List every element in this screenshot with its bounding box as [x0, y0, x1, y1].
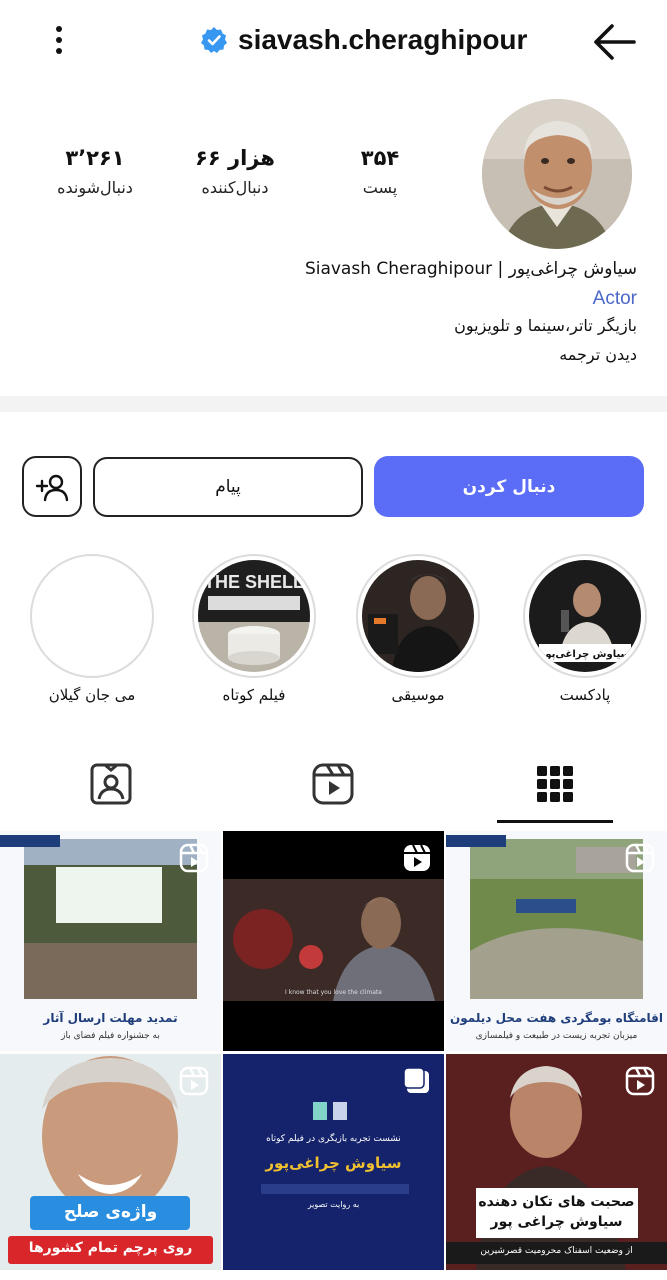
grid-icon[interactable]: [531, 760, 579, 808]
follow-button[interactable]: دنبال کردن: [374, 456, 644, 517]
tagged-user-icon[interactable]: [87, 760, 135, 808]
profile-avatar[interactable]: [482, 99, 632, 249]
reels-icon[interactable]: [309, 760, 357, 808]
followers-label: دنبال‌کننده: [201, 178, 269, 197]
message-button[interactable]: پیام: [93, 457, 363, 517]
highlight-mi-jan-gilan[interactable]: [30, 554, 154, 678]
more-vertical-icon[interactable]: [44, 22, 74, 58]
post-subtitle: نشست تجربه بازیگری در فیلم کوتاه: [266, 1134, 401, 1144]
highlight-label: می جان گیلان: [48, 686, 136, 704]
highlight-music[interactable]: [356, 554, 480, 678]
post-title: واژه‌ی صلح: [63, 1202, 158, 1222]
username-header: siavash.cheraghipour: [200, 18, 527, 62]
following-stat[interactable]: ۳٬۲۶۱ دنبال‌شونده: [40, 146, 150, 197]
highlight-film-thumb-text: THE SHELL: [204, 572, 304, 592]
highlight-podcast-thumb-text: سیاوش چراغی‌پور: [539, 649, 631, 660]
post-tile[interactable]: صحبت های تکان دهنده سیاوش چراغی پور از و…: [446, 1054, 667, 1270]
verified-badge-icon: [201, 27, 227, 53]
post-tile[interactable]: نشست تجربه بازیگری در فیلم کوتاه سیاوش چ…: [223, 1054, 444, 1270]
reel-badge-icon: [179, 1066, 209, 1096]
username: siavash.cheraghipour: [238, 24, 528, 55]
followers-stat[interactable]: ۶۶ هزار دنبال‌کننده: [180, 146, 290, 197]
reel-badge-icon: [625, 1066, 655, 1096]
post-subtitle: به جشنواره فیلم فضای باز: [61, 1031, 160, 1041]
carousel-badge-icon: [403, 1067, 429, 1093]
reel-badge-icon: [179, 843, 209, 873]
highlight-short-film[interactable]: THE SHELL: [192, 554, 316, 678]
add-user-button[interactable]: [22, 456, 82, 517]
highlight-label: موسیقی: [391, 686, 445, 704]
highlight-label: فیلم کوتاه: [222, 686, 286, 704]
top-bar: siavash.cheraghipour: [0, 0, 667, 82]
posts-stat[interactable]: ۳۵۴ پست: [330, 146, 430, 197]
post-title: تمدید مهلت ارسال آثار: [43, 1011, 178, 1025]
post-title: اقامتگاه بومگردی هفت محل دیلمون: [450, 1011, 663, 1025]
profile-description: بازیگر تاتر،سینما و تلویزیون: [454, 316, 637, 335]
post-title: صحبت های تکان دهنده سیاوش چراغی پور: [478, 1194, 635, 1230]
profile-name: سیاوش چراغی‌پور | Siavash Cheraghipour: [304, 259, 637, 279]
followers-count: ۶۶ هزار: [195, 146, 275, 170]
post-subtitle: روی پرچم تمام کشورها: [28, 1240, 193, 1256]
highlight-label: پادکست: [559, 686, 611, 704]
post-tile[interactable]: تمدید مهلت ارسال آثار به جشنواره فیلم فض…: [0, 831, 221, 1051]
profile-category: Actor: [592, 288, 637, 309]
post-subtitle: I know that you love the climate: [285, 989, 382, 996]
post-footer: به روایت تصویر: [307, 1200, 360, 1209]
reel-badge-icon: [625, 843, 655, 873]
post-subtitle: از وضعیت اسفناک محرومیت قصرشیرین: [480, 1246, 633, 1256]
post-tile[interactable]: واژه‌ی صلح روی پرچم تمام کشورها: [0, 1054, 221, 1270]
post-tile[interactable]: I know that you love the climate: [223, 831, 444, 1051]
post-tile[interactable]: اقامتگاه بومگردی هفت محل دیلمون میزبان ت…: [446, 831, 667, 1051]
post-subtitle: میزبان تجربه زیست در طبیعت و فیلمسازی: [475, 1031, 638, 1041]
reel-badge-icon: [404, 844, 430, 871]
posts-label: پست: [362, 178, 398, 197]
active-tab-indicator: [497, 820, 613, 823]
following-label: دنبال‌شونده: [57, 178, 133, 197]
see-translation-link[interactable]: دیدن ترجمه: [559, 345, 637, 364]
add-user-icon: [35, 474, 69, 501]
section-divider: [0, 396, 667, 412]
highlight-podcast[interactable]: سیاوش چراغی‌پور: [523, 554, 647, 678]
arrow-right-icon[interactable]: [590, 20, 638, 64]
following-count: ۳٬۲۶۱: [65, 146, 125, 170]
post-title: سیاوش چراغی‌پور: [265, 1154, 402, 1172]
posts-count: ۳۵۴: [360, 146, 400, 170]
